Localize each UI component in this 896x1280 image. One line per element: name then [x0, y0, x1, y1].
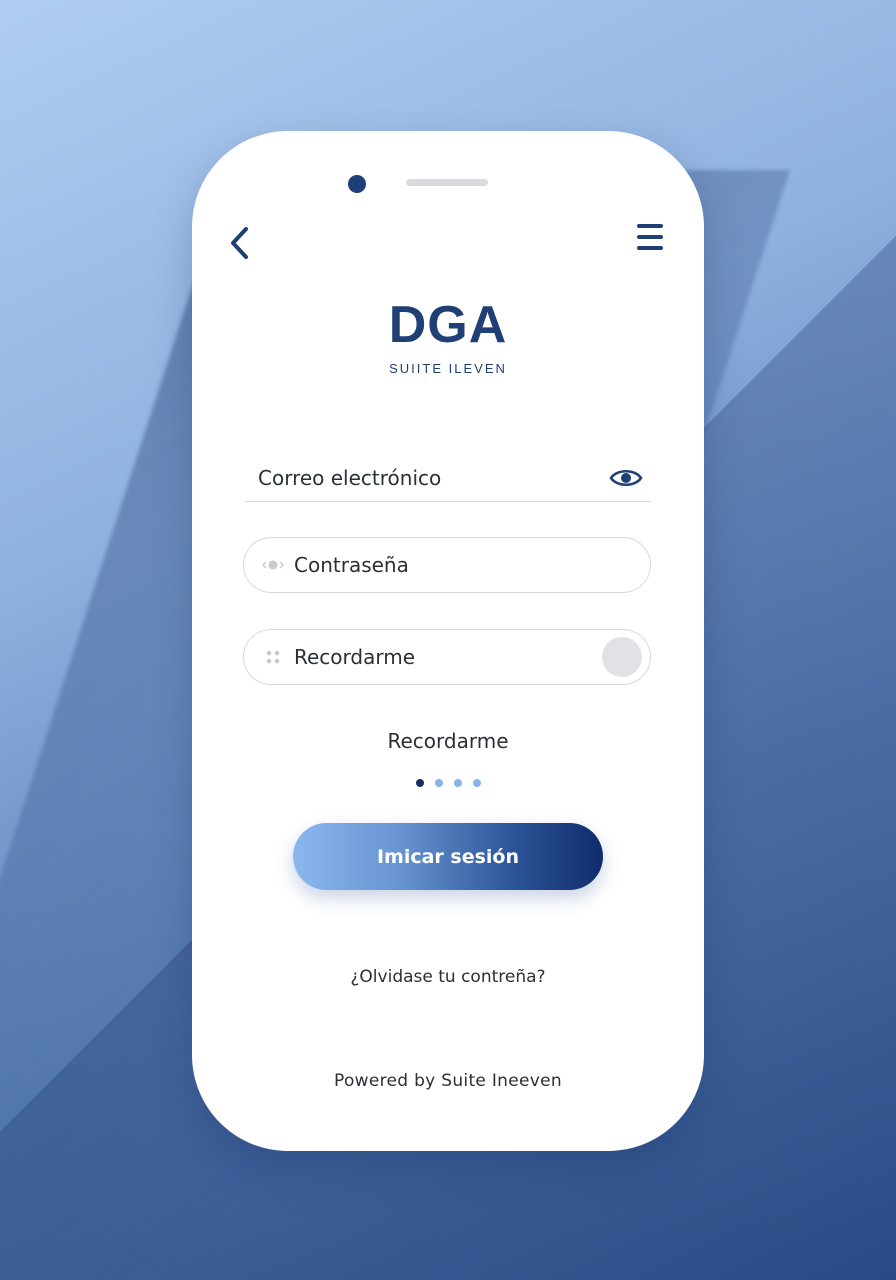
brand-logo: DGA SUIITE ILEVEN — [192, 295, 704, 376]
page-dot[interactable] — [434, 779, 443, 787]
remember-me-toggle-row[interactable]: Recordarme — [243, 629, 651, 685]
front-camera — [348, 175, 366, 193]
email-placeholder: Correo electrónico — [258, 466, 442, 490]
speaker-grille — [406, 179, 488, 186]
password-field[interactable]: Contraseña — [243, 537, 651, 593]
login-button[interactable]: Imicar sesión — [293, 823, 603, 890]
hamburger-menu-icon — [637, 224, 663, 250]
page-dot[interactable] — [472, 779, 481, 787]
remember-toggle-switch[interactable] — [602, 637, 642, 677]
powered-by-footer: Powered by Suite Ineeven — [334, 1071, 562, 1091]
show-password-toggle[interactable] — [608, 463, 644, 493]
menu-button[interactable] — [634, 219, 666, 255]
password-placeholder: Contraseña — [294, 553, 409, 577]
remember-toggle-label: Recordarme — [294, 645, 416, 669]
email-field[interactable]: Correo electrónico — [246, 455, 650, 502]
key-icon — [258, 553, 288, 577]
grip-dots-icon — [258, 645, 288, 669]
eye-icon — [609, 469, 643, 487]
back-button[interactable] — [222, 223, 258, 263]
brand-title: DGA — [388, 296, 508, 354]
chevron-left-icon — [231, 227, 248, 259]
brand-subtitle: SUIITE ILEVEN — [389, 361, 507, 376]
page-indicator — [192, 779, 704, 787]
phone-frame: DGA SUIITE ILEVEN Correo electrónico Con… — [192, 131, 704, 1151]
remember-me-text: Recordarme — [387, 729, 509, 753]
forgot-password-link[interactable]: ¿Olvidase tu contreña? — [192, 967, 704, 987]
page-dot[interactable] — [453, 779, 462, 787]
page-dot[interactable] — [415, 779, 424, 787]
